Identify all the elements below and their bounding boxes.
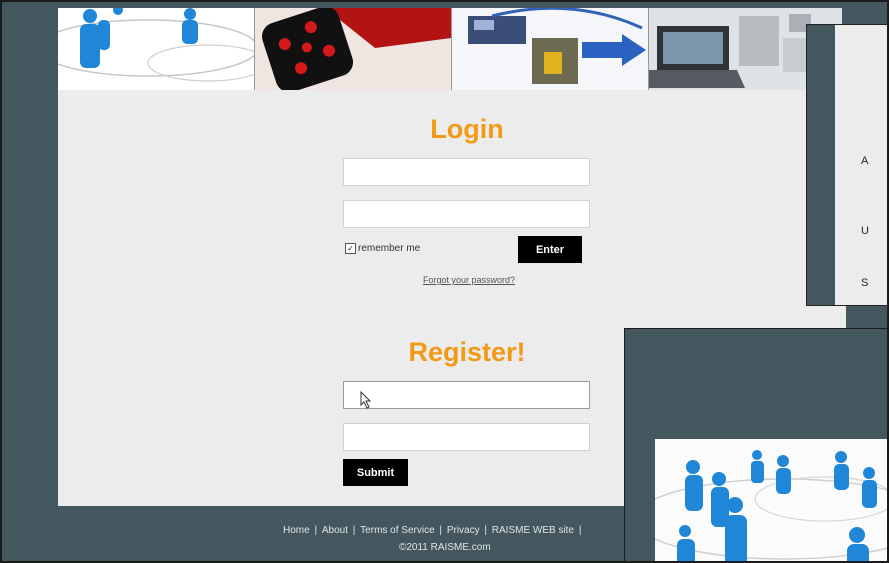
overlapping-window-bottom <box>624 328 887 561</box>
register-field-2[interactable] <box>343 423 590 451</box>
submit-button[interactable]: Submit <box>343 459 408 486</box>
side-window-letter: S <box>861 277 869 289</box>
people-network-image <box>655 439 887 561</box>
side-window-letter: A <box>861 155 869 167</box>
footer-separator: | <box>484 525 487 536</box>
remember-me-row[interactable]: ✓ remember me <box>345 243 420 254</box>
footer-link-terms[interactable]: Terms of Service <box>360 525 434 536</box>
footer-link-privacy[interactable]: Privacy <box>447 525 480 536</box>
banner-people-network-image <box>58 8 255 90</box>
login-title: Login <box>430 114 504 144</box>
footer-separator: | <box>439 525 443 536</box>
banner-dice-image <box>255 8 452 90</box>
remember-me-checkbox[interactable]: ✓ <box>345 243 356 254</box>
footer-separator: | <box>314 525 318 536</box>
footer-link-about[interactable]: About <box>322 525 348 536</box>
footer-separator: | <box>578 525 582 536</box>
register-field-1[interactable] <box>343 381 590 409</box>
browser-viewport: Login ✓ remember me Enter Forgot your pa… <box>0 0 889 563</box>
login-username-input[interactable] <box>343 158 590 186</box>
register-title: Register! <box>408 337 526 367</box>
login-password-input[interactable] <box>343 200 590 228</box>
banner-logistics-image <box>452 8 649 90</box>
overlapping-window-top: A U S <box>806 24 887 306</box>
mouse-pointer-icon <box>360 390 372 414</box>
footer-link-home[interactable]: Home <box>283 525 310 536</box>
remember-me-label: remember me <box>358 243 421 254</box>
enter-button[interactable]: Enter <box>518 236 582 263</box>
footer-link-raisme-web[interactable]: RAISME WEB site <box>492 525 574 536</box>
forgot-password-link[interactable]: Forgot your password? <box>423 275 515 285</box>
header-banner <box>58 8 842 90</box>
side-window-letter: U <box>861 225 869 237</box>
footer-separator: | <box>352 525 356 536</box>
footer-links: Home | About | Terms of Service | Privac… <box>282 525 582 536</box>
footer-copyright: ©2011 RAISME.com <box>399 542 491 553</box>
